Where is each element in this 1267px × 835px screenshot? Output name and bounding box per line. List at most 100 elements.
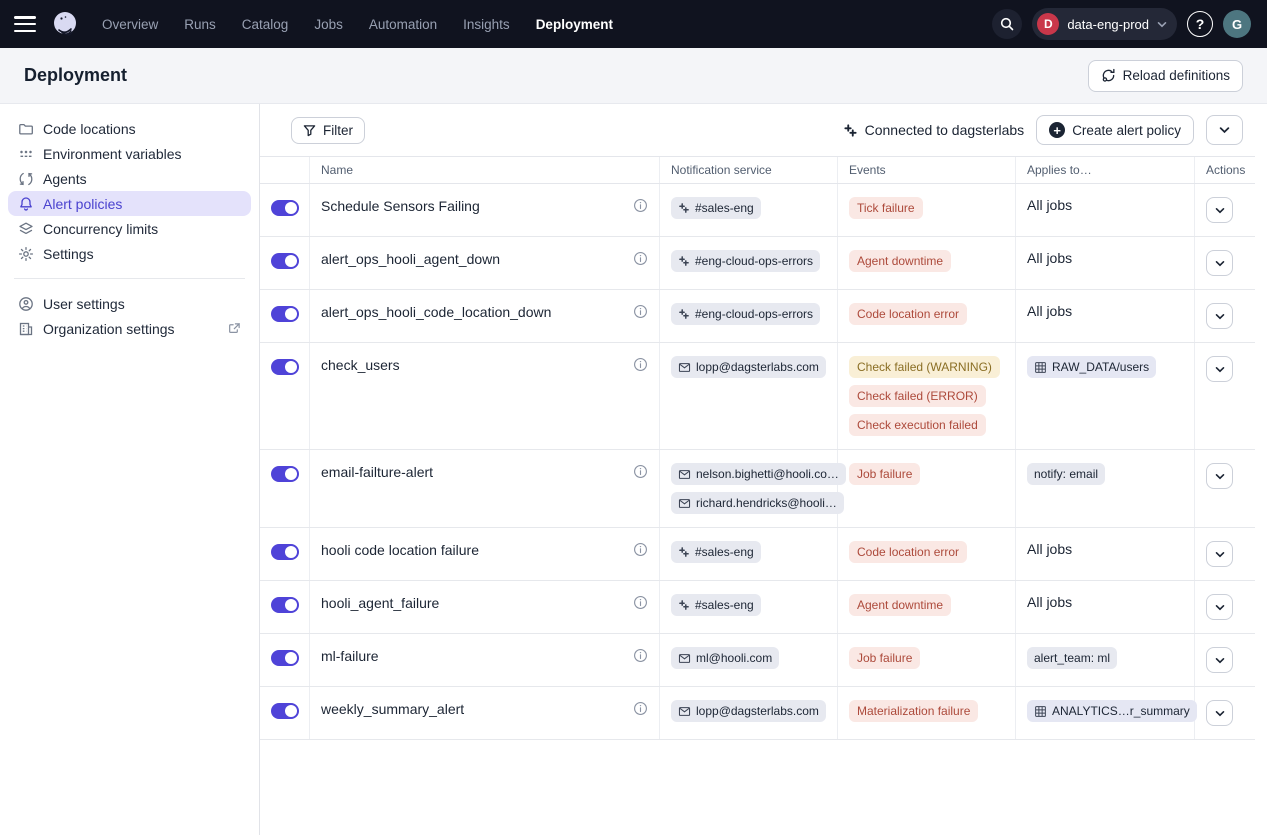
alert-enabled-toggle[interactable] xyxy=(271,544,299,560)
email-icon xyxy=(678,497,691,510)
alert-policy-name: alert_ops_hooli_agent_down xyxy=(321,250,625,267)
sidebar-item-settings[interactable]: Settings xyxy=(8,241,251,266)
nav-item-catalog[interactable]: Catalog xyxy=(242,17,289,32)
chevron-down-icon xyxy=(1215,260,1225,267)
nav-item-insights[interactable]: Insights xyxy=(463,17,510,32)
alert-enabled-toggle[interactable] xyxy=(271,703,299,719)
sidebar-item-environment-variables[interactable]: Environment variables xyxy=(8,141,251,166)
row-actions-button[interactable] xyxy=(1206,463,1233,489)
slack-icon xyxy=(678,546,690,558)
nav-item-automation[interactable]: Automation xyxy=(369,17,437,32)
sidebar-item-concurrency-limits[interactable]: Concurrency limits xyxy=(8,216,251,241)
info-icon[interactable] xyxy=(633,198,648,216)
alert-enabled-toggle[interactable] xyxy=(271,253,299,269)
notification-service-cell: nelson.bighetti@hooli.co…richard.hendric… xyxy=(660,450,838,527)
sidebar-item-alert-policies[interactable]: Alert policies xyxy=(8,191,251,216)
row-actions-button[interactable] xyxy=(1206,541,1233,567)
filter-button[interactable]: Filter xyxy=(291,117,365,144)
notification-pill-stack: #sales-eng xyxy=(671,197,826,219)
building-icon xyxy=(18,321,34,337)
info-icon[interactable] xyxy=(633,251,648,269)
notification-pill: #eng-cloud-ops-errors xyxy=(671,250,820,272)
sidebar-item-agents[interactable]: Agents xyxy=(8,166,251,191)
events-cell: Code location error xyxy=(838,290,1016,342)
nav-item-deployment[interactable]: Deployment xyxy=(536,17,613,32)
help-button[interactable]: ? xyxy=(1187,11,1213,37)
notification-label: nelson.bighetti@hooli.co… xyxy=(696,467,839,481)
notification-service-cell: lopp@dagsterlabs.com xyxy=(660,687,838,739)
notification-label: lopp@dagsterlabs.com xyxy=(696,704,819,718)
row-actions-button[interactable] xyxy=(1206,356,1233,382)
create-policy-more-button[interactable] xyxy=(1206,115,1243,145)
row-actions-button[interactable] xyxy=(1206,250,1233,276)
row-actions-button[interactable] xyxy=(1206,303,1233,329)
table-header-row: Name Notification service Events Applies… xyxy=(260,156,1255,184)
chevron-down-icon xyxy=(1215,366,1225,373)
notification-service-cell: lopp@dagsterlabs.com xyxy=(660,343,838,449)
info-icon[interactable] xyxy=(633,304,648,322)
applies-to-pill: alert_team: ml xyxy=(1027,647,1117,669)
info-icon[interactable] xyxy=(633,542,648,560)
search-button[interactable] xyxy=(992,9,1022,39)
nav-item-jobs[interactable]: Jobs xyxy=(314,17,343,32)
notification-pill-stack: nelson.bighetti@hooli.co…richard.hendric… xyxy=(671,463,826,514)
info-icon[interactable] xyxy=(633,595,648,613)
sidebar-item-label: Code locations xyxy=(43,121,136,137)
connected-status: Connected to dagsterlabs xyxy=(843,122,1025,138)
event-tag: Agent downtime xyxy=(849,250,951,272)
sidebar-item-code-locations[interactable]: Code locations xyxy=(8,116,251,141)
sidebar-item-label: Agents xyxy=(43,171,87,187)
notification-service-cell: ml@hooli.com xyxy=(660,634,838,686)
alert-enabled-toggle[interactable] xyxy=(271,359,299,375)
event-tag: Check failed (WARNING) xyxy=(849,356,1000,378)
info-icon[interactable] xyxy=(633,648,648,666)
event-tag-stack: Agent downtime xyxy=(849,594,1004,616)
reload-definitions-button[interactable]: Reload definitions xyxy=(1088,60,1243,92)
event-tag: Job failure xyxy=(849,647,920,669)
chevron-down-icon xyxy=(1157,21,1167,28)
nav-item-runs[interactable]: Runs xyxy=(184,17,216,32)
create-alert-policy-button[interactable]: + Create alert policy xyxy=(1036,115,1194,145)
sidebar-item-user-settings[interactable]: User settings xyxy=(8,291,251,316)
actions-cell xyxy=(1195,450,1255,527)
primary-nav: Overview Runs Catalog Jobs Automation In… xyxy=(102,17,613,32)
toggle-cell xyxy=(260,237,310,289)
row-actions-button[interactable] xyxy=(1206,647,1233,673)
chevron-down-icon xyxy=(1215,604,1225,611)
slack-icon xyxy=(678,599,690,611)
filter-icon xyxy=(303,124,316,137)
user-avatar[interactable]: G xyxy=(1223,10,1251,38)
deployment-switcher[interactable]: D data-eng-prod xyxy=(1032,8,1177,40)
applies-to-label: RAW_DATA/users xyxy=(1052,360,1149,374)
row-actions-button[interactable] xyxy=(1206,594,1233,620)
info-icon[interactable] xyxy=(633,357,648,375)
alert-enabled-toggle[interactable] xyxy=(271,466,299,482)
slack-icon xyxy=(678,308,690,320)
notification-label: #sales-eng xyxy=(695,598,754,612)
row-actions-button[interactable] xyxy=(1206,700,1233,726)
folder-icon xyxy=(18,121,34,137)
email-icon xyxy=(678,361,691,374)
notification-label: ml@hooli.com xyxy=(696,651,772,665)
alert-policy-row: Schedule Sensors Failing#sales-engTick f… xyxy=(260,184,1255,237)
alert-enabled-toggle[interactable] xyxy=(271,200,299,216)
event-tag-stack: Job failure xyxy=(849,647,1004,669)
alert-enabled-toggle[interactable] xyxy=(271,306,299,322)
notification-label: lopp@dagsterlabs.com xyxy=(696,360,819,374)
alert-enabled-toggle[interactable] xyxy=(271,650,299,666)
sidebar-item-organization-settings[interactable]: Organization settings xyxy=(8,316,251,341)
dagster-logo[interactable] xyxy=(50,9,80,39)
nav-item-overview[interactable]: Overview xyxy=(102,17,158,32)
applies-to-label: notify: email xyxy=(1034,467,1098,481)
alert-enabled-toggle[interactable] xyxy=(271,597,299,613)
info-icon[interactable] xyxy=(633,701,648,719)
chevron-down-icon xyxy=(1215,207,1225,214)
alert-policy-row: hooli_agent_failure#sales-engAgent downt… xyxy=(260,581,1255,634)
row-actions-button[interactable] xyxy=(1206,197,1233,223)
notification-pill: lopp@dagsterlabs.com xyxy=(671,700,826,722)
header-actions: Actions xyxy=(1195,157,1255,183)
main-content: Filter Connected to dagsterlabs + Create… xyxy=(260,104,1267,835)
info-icon[interactable] xyxy=(633,464,648,482)
toggle-cell xyxy=(260,581,310,633)
hamburger-menu-icon[interactable] xyxy=(14,16,36,32)
